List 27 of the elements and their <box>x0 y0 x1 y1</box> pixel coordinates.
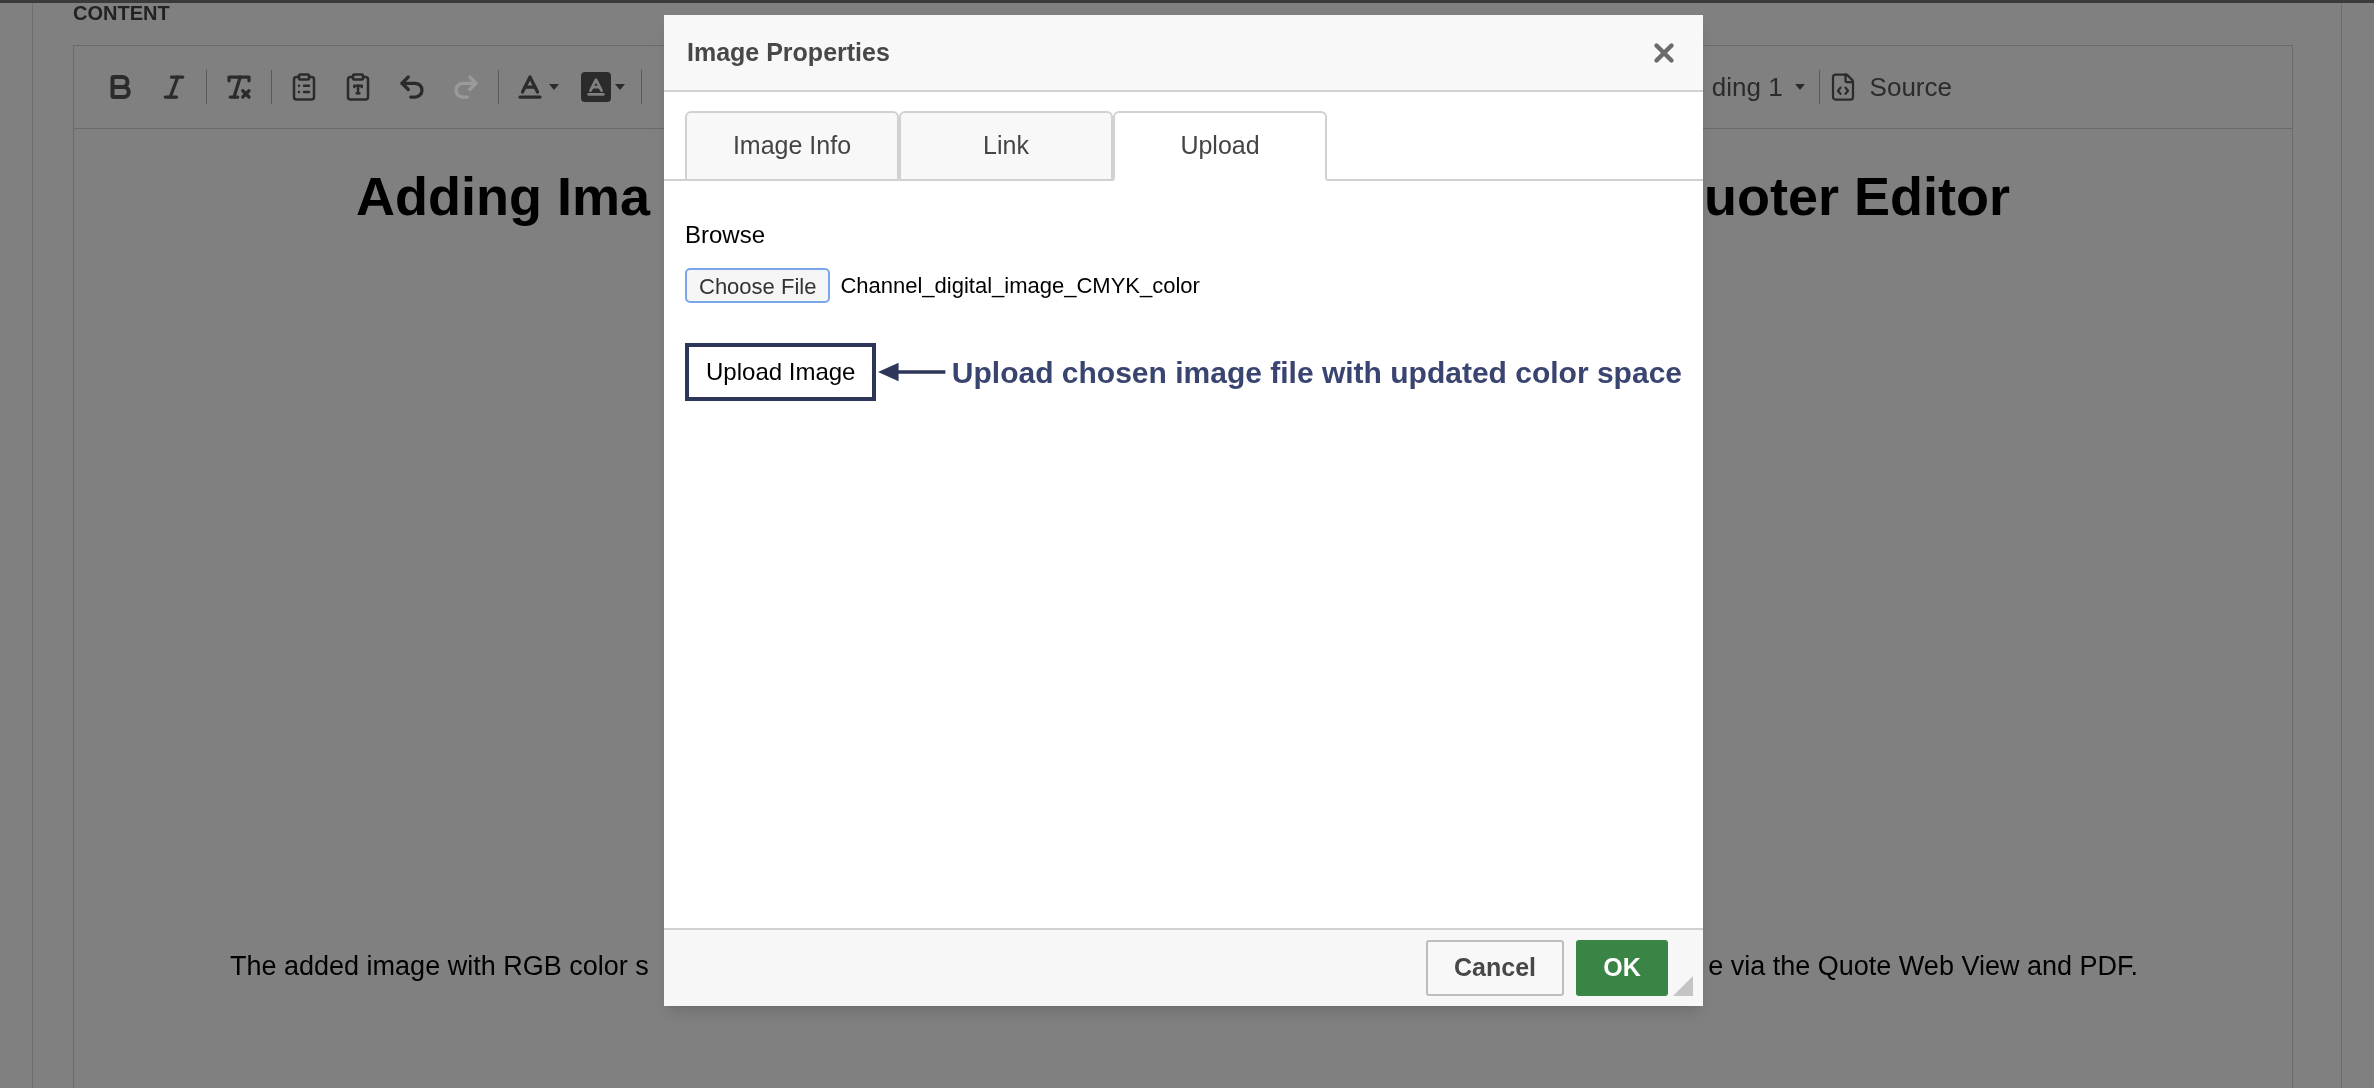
file-name: Channel_digital_image_CMYK_color <box>840 272 1200 300</box>
upload-image-button[interactable]: Upload Image <box>685 343 877 401</box>
source-button[interactable]: Source <box>1827 67 1952 107</box>
heading-text: uoter Editor <box>1704 165 2010 228</box>
redo-icon <box>451 72 481 102</box>
resize-grip-icon <box>1673 976 1693 996</box>
dialog-tab[interactable]: Image Info <box>685 111 899 181</box>
dialog-title: Image Properties <box>687 36 890 68</box>
background-color-icon <box>581 72 611 102</box>
ok-button[interactable]: OK <box>1576 940 1668 996</box>
choose-file-button[interactable]: Choose File <box>685 268 831 303</box>
heading-text: Adding Ima <box>356 165 650 228</box>
paragraph-text: e via the Quote Web View and PDF. <box>1708 949 2138 983</box>
paragraph-text: The added image with RGB color s <box>230 949 649 983</box>
clear-format-icon <box>224 72 254 102</box>
dialog-tab[interactable]: Upload <box>1113 111 1327 181</box>
caret-icon <box>1794 84 1805 90</box>
caret-icon <box>549 84 559 90</box>
browse-label: Browse <box>685 220 767 250</box>
arrow-icon <box>878 360 946 384</box>
annotation-text: Upload chosen image file with updated color space <box>951 354 1682 391</box>
section-label: CONTENT <box>73 3 170 24</box>
undo-icon <box>397 72 427 102</box>
cancel-button[interactable]: Cancel <box>1426 940 1564 996</box>
format-dropdown[interactable]: ding 1 <box>1711 67 1811 107</box>
caret-icon <box>615 84 625 90</box>
dialog-tab[interactable]: Link <box>899 111 1113 181</box>
